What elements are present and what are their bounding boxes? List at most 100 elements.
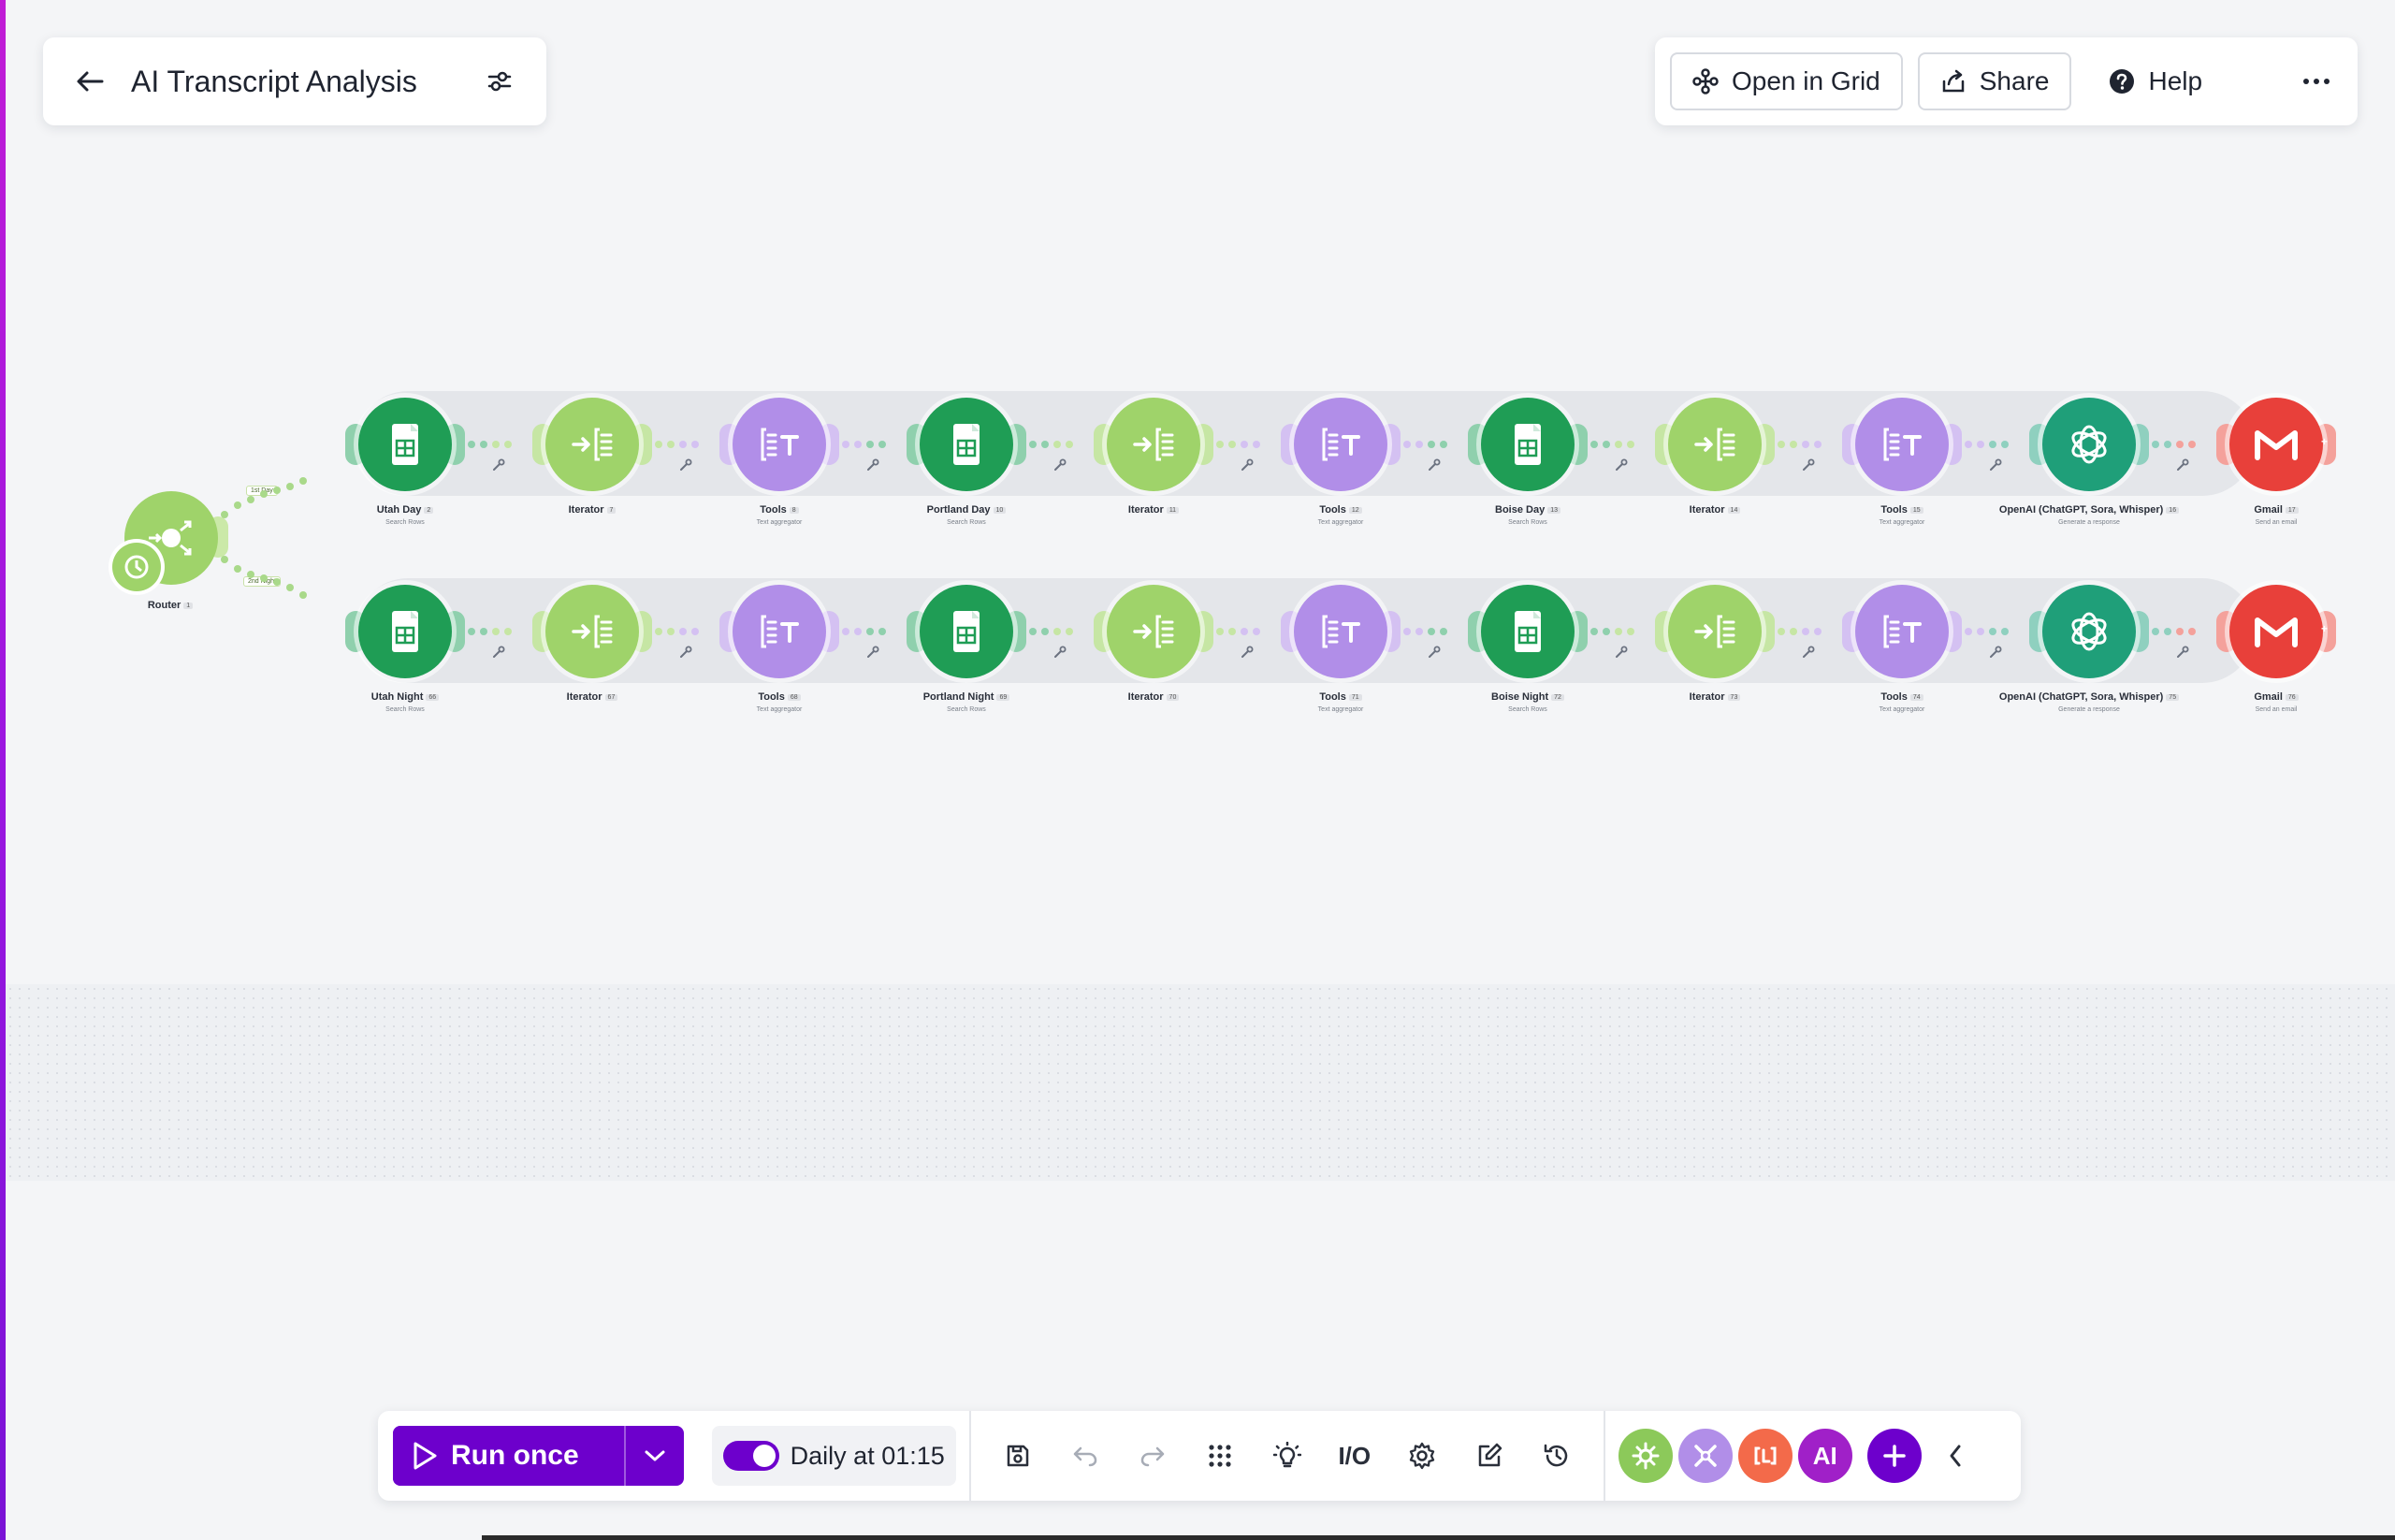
module-node-tools[interactable] — [1294, 585, 1387, 678]
module-connection[interactable] — [1965, 627, 2009, 636]
wrench-icon[interactable] — [1427, 645, 1442, 660]
wrench-icon[interactable] — [1988, 645, 2003, 660]
wrench-icon[interactable] — [1240, 458, 1255, 472]
back-button[interactable] — [62, 53, 118, 109]
module-node-tools[interactable] — [733, 398, 826, 491]
wrench-icon[interactable] — [491, 645, 506, 660]
history-icon — [1544, 1444, 1568, 1467]
module-connection[interactable] — [468, 440, 512, 449]
wrench-icon[interactable] — [865, 458, 880, 472]
module-node-sheets[interactable] — [920, 398, 1013, 491]
wrench-icon[interactable] — [491, 458, 506, 472]
module-node-gmail[interactable] — [2229, 398, 2323, 491]
module-connection[interactable] — [655, 627, 699, 636]
wrench-icon[interactable] — [1427, 458, 1442, 472]
module-connection[interactable] — [655, 440, 699, 449]
module-connection[interactable] — [1403, 627, 1447, 636]
module-connection[interactable] — [842, 627, 886, 636]
scenario-canvas[interactable]: Router 1 1st Day 2nd Night Utah Day 2 Searc… — [0, 0, 2395, 1540]
help-button[interactable]: Help — [2086, 52, 2226, 110]
wrench-icon[interactable] — [1988, 458, 2003, 472]
io-button[interactable]: I/O — [1321, 1426, 1388, 1486]
flow-control-app-button[interactable] — [1618, 1429, 1673, 1483]
module-connection[interactable] — [1029, 627, 1073, 636]
wrench-icon[interactable] — [1614, 458, 1629, 472]
wrench-icon[interactable] — [2175, 458, 2190, 472]
scenario-settings-toolbar-button[interactable] — [1388, 1426, 1456, 1486]
notes-button[interactable] — [1456, 1426, 1523, 1486]
module-node-iterator[interactable] — [1668, 398, 1762, 491]
module-node-tools[interactable] — [733, 585, 826, 678]
module-connection[interactable] — [1965, 440, 2009, 449]
wrench-icon[interactable] — [2175, 645, 2190, 660]
module-node-iterator[interactable] — [1107, 585, 1200, 678]
wrench-icon[interactable] — [1052, 458, 1067, 472]
module-connection[interactable] — [468, 627, 512, 636]
module-connection[interactable] — [1029, 440, 1073, 449]
connection-dot — [866, 441, 874, 448]
wrench-icon[interactable] — [1801, 458, 1816, 472]
module-node-sheets[interactable] — [920, 585, 1013, 678]
module-node-tools[interactable] — [1855, 398, 1949, 491]
open-in-grid-button[interactable]: Open in Grid — [1670, 52, 1903, 110]
run-options-dropdown[interactable] — [623, 1426, 684, 1486]
module-node-tools[interactable] — [1294, 398, 1387, 491]
tools-app-button[interactable] — [1677, 1429, 1733, 1483]
scenario-title[interactable]: AI Transcript Analysis — [131, 65, 417, 99]
schedule-label[interactable]: Daily at 01:15 — [791, 1442, 945, 1471]
wrench-icon[interactable] — [678, 458, 693, 472]
explain-flow-button[interactable] — [1254, 1426, 1321, 1486]
connection-dot — [1216, 628, 1224, 635]
add-next-module-icon[interactable]: + — [2321, 622, 2328, 635]
module-node-iterator[interactable] — [1107, 398, 1200, 491]
module-node-tools[interactable] — [1855, 585, 1949, 678]
run-once-button[interactable]: Run once — [393, 1426, 624, 1486]
wrench-icon[interactable] — [865, 645, 880, 660]
undo-button[interactable] — [1052, 1426, 1119, 1486]
module-node-sheets[interactable] — [358, 398, 452, 491]
module-node-iterator[interactable] — [545, 398, 639, 491]
module-connection[interactable] — [1216, 440, 1260, 449]
schedule-toggle[interactable] — [722, 1441, 779, 1471]
add-next-module-icon[interactable]: + — [2321, 435, 2328, 448]
module-connection[interactable] — [1403, 440, 1447, 449]
history-button[interactable] — [1523, 1426, 1590, 1486]
schedule-clock-badge[interactable] — [112, 543, 161, 591]
redo-button[interactable] — [1119, 1426, 1186, 1486]
more-options-button[interactable] — [2290, 55, 2343, 108]
wrench-icon[interactable] — [1240, 645, 1255, 660]
scenario-settings-button[interactable] — [473, 55, 526, 108]
collapse-toolbar-button[interactable] — [1927, 1426, 1983, 1486]
save-button[interactable] — [984, 1426, 1052, 1486]
module-node-iterator[interactable] — [1668, 585, 1762, 678]
text-parser-app-button[interactable] — [1737, 1429, 1793, 1483]
wrench-icon[interactable] — [1614, 645, 1629, 660]
module-node-sheets[interactable] — [358, 585, 452, 678]
share-button[interactable]: Share — [1917, 52, 2072, 110]
wrench-icon[interactable] — [678, 645, 693, 660]
module-node-openai[interactable] — [2042, 585, 2136, 678]
connection-dot — [2164, 441, 2171, 448]
module-connection[interactable] — [1778, 627, 1822, 636]
module-connection[interactable] — [2152, 440, 2196, 449]
module-connection[interactable] — [1590, 440, 1634, 449]
wrench-icon[interactable] — [1052, 645, 1067, 660]
ai-tools-app-button[interactable]: AI — [1797, 1429, 1852, 1483]
add-module-button[interactable] — [1866, 1429, 1922, 1483]
auto-align-button[interactable] — [1186, 1426, 1254, 1486]
module-node-iterator[interactable] — [545, 585, 639, 678]
module-node-sheets[interactable] — [1481, 398, 1575, 491]
module-node-sheets[interactable] — [1481, 585, 1575, 678]
lightbulb-icon — [1272, 1442, 1301, 1468]
module-connection[interactable] — [1216, 627, 1260, 636]
wrench-icon[interactable] — [1801, 645, 1816, 660]
connection-dot — [1403, 628, 1411, 635]
module-node-openai[interactable] — [2042, 398, 2136, 491]
module-connection[interactable] — [1590, 627, 1634, 636]
connection-dot — [492, 628, 500, 635]
module-connection[interactable] — [1778, 440, 1822, 449]
module-connection[interactable] — [2152, 627, 2196, 636]
connection-dot — [1790, 441, 1797, 448]
module-node-gmail[interactable] — [2229, 585, 2323, 678]
module-connection[interactable] — [842, 440, 886, 449]
